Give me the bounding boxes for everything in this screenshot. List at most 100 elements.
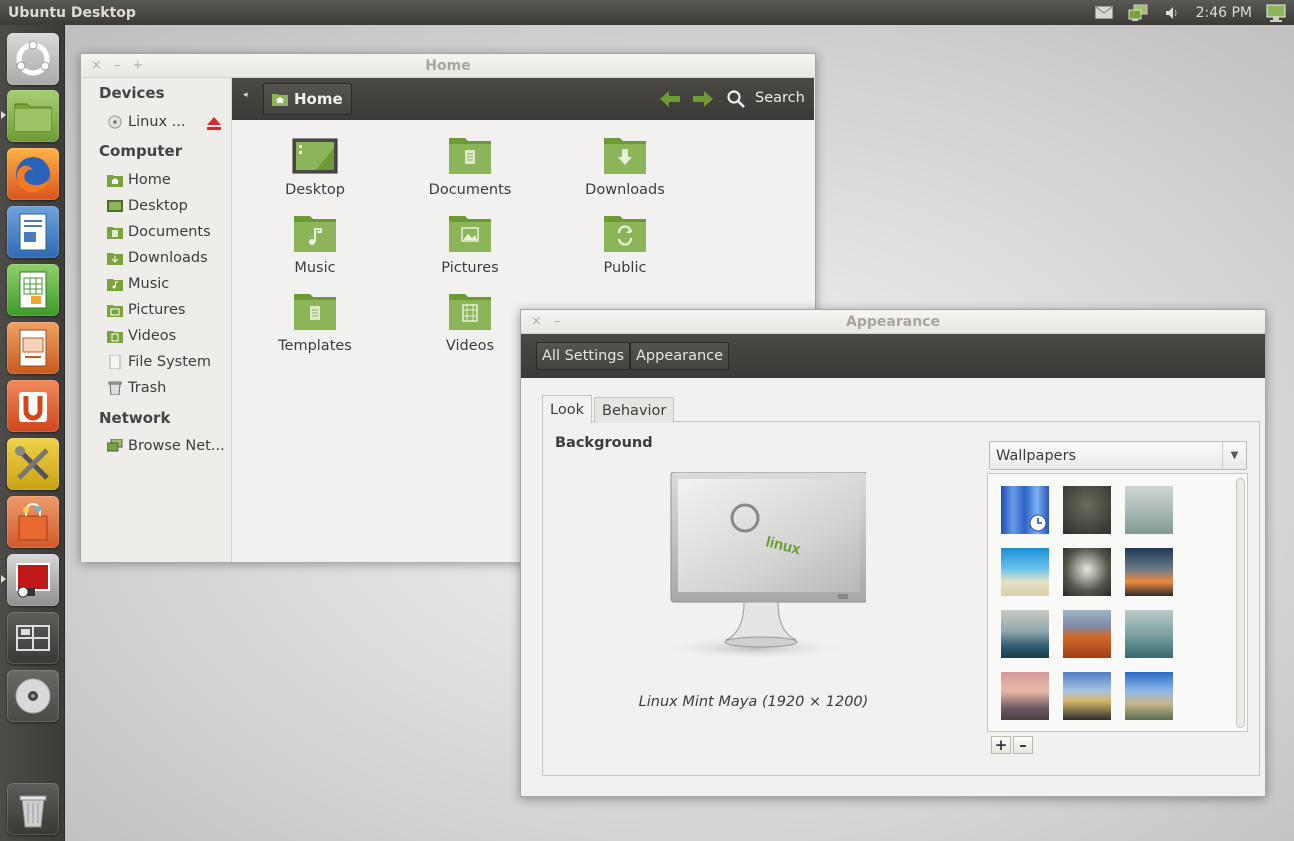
public-folder-icon (604, 216, 646, 252)
sidebar-item-downloads[interactable]: Downloads (107, 250, 208, 266)
sidebar-item-documents[interactable]: Documents (107, 224, 211, 240)
places-sidebar: Devices Linux ... Computer Home Desktop … (81, 78, 232, 562)
folder-templates[interactable]: Templates (255, 292, 375, 354)
session-icon[interactable] (1266, 4, 1286, 22)
close-button[interactable]: × (531, 314, 542, 329)
sidebar-item-home[interactable]: Home (107, 172, 171, 188)
minimize-button[interactable]: – (554, 314, 561, 329)
shopping-launcher-button[interactable] (7, 496, 59, 548)
volume-icon[interactable] (1162, 4, 1182, 22)
templates-folder-icon (294, 294, 336, 330)
file-system-icon (109, 355, 121, 369)
sidebar-item-music[interactable]: Music (107, 276, 169, 292)
tab-look[interactable]: Look (542, 395, 592, 423)
writer-launcher-button[interactable] (7, 206, 59, 258)
wallpaper-scrollbar[interactable] (1236, 478, 1245, 728)
breadcrumb-appearance[interactable]: Appearance (630, 342, 730, 370)
active-window-title: Ubuntu Desktop (8, 4, 136, 21)
sidebar-item-linux-volume[interactable]: Linux ... (107, 114, 186, 130)
folder-videos[interactable]: Videos (410, 292, 530, 354)
sidebar-item-desktop[interactable]: Desktop (107, 198, 188, 214)
file-manager-titlebar[interactable]: × – + Home (81, 54, 815, 78)
wallpaper-thumb[interactable] (1063, 548, 1111, 596)
folder-desktop[interactable]: Desktop (255, 136, 375, 198)
trash-launcher-button[interactable] (7, 783, 59, 835)
wallpaper-preview-monitor: linux (660, 472, 866, 660)
documents-folder-icon (107, 227, 123, 239)
sidebar-item-trash[interactable]: Trash (107, 380, 166, 396)
pictures-folder-icon (107, 305, 123, 317)
wallpaper-source-select[interactable]: Wallpapers ▼ (989, 441, 1247, 470)
network-icon[interactable] (1128, 4, 1148, 22)
videos-folder-icon (449, 294, 491, 330)
tab-behavior[interactable]: Behavior (594, 397, 675, 423)
sidebar-item-browse-network[interactable]: Browse Net... (107, 438, 225, 454)
ubuntu-dash-button[interactable] (7, 33, 59, 85)
impress-launcher-button[interactable] (7, 322, 59, 374)
firefox-launcher-button[interactable] (7, 148, 59, 200)
downloads-folder-icon (604, 138, 646, 174)
wallpaper-thumb[interactable] (1001, 672, 1049, 720)
wallpaper-thumb[interactable] (1001, 548, 1049, 596)
folder-downloads[interactable]: Downloads (565, 136, 685, 198)
clock-icon (1029, 514, 1047, 532)
folder-documents[interactable]: Documents (410, 136, 530, 198)
wallpaper-thumb[interactable] (1001, 610, 1049, 658)
clock[interactable]: 2:46 PM (1196, 5, 1252, 21)
wallpaper-thumb[interactable] (1125, 486, 1173, 534)
software-center-launcher-button[interactable] (7, 380, 59, 432)
image-viewer-icon (16, 563, 50, 598)
wallpaper-thumb[interactable] (1125, 610, 1173, 658)
sidebar-item-file-system[interactable]: File System (107, 354, 211, 370)
desktop-icon (292, 138, 338, 174)
system-tray: 2:46 PM (1094, 4, 1294, 22)
close-button[interactable]: × (91, 58, 102, 73)
back-arrow-icon[interactable] (660, 90, 680, 108)
image-viewer-launcher-button[interactable] (7, 554, 59, 606)
location-button-home[interactable]: Home (263, 83, 352, 115)
firefox-icon (16, 157, 50, 193)
wallpaper-thumb[interactable] (1063, 672, 1111, 720)
add-wallpaper-button[interactable]: + (991, 736, 1011, 754)
wallpaper-thumb[interactable] (1001, 486, 1049, 534)
system-settings-launcher-button[interactable] (7, 438, 59, 490)
breadcrumb-all-settings[interactable]: All Settings (536, 342, 631, 370)
look-tab-panel: Background linux Linux Mint Maya (1920 ×… (542, 421, 1260, 776)
software-center-icon (19, 392, 47, 422)
wallpaper-thumb[interactable] (1125, 548, 1173, 596)
wallpaper-caption: Linux Mint Maya (1920 × 1200) (638, 694, 869, 710)
appearance-titlebar[interactable]: × – Appearance (521, 310, 1265, 334)
writer-document-icon (19, 213, 47, 251)
calc-launcher-button[interactable] (7, 264, 59, 316)
sidebar-item-videos[interactable]: Videos (107, 328, 176, 344)
wallpaper-thumb[interactable] (1125, 672, 1173, 720)
videos-folder-icon (107, 331, 123, 343)
search-icon[interactable] (727, 90, 745, 108)
mail-icon[interactable] (1094, 4, 1114, 22)
path-scroll-left-icon[interactable]: ◂ (243, 90, 248, 100)
maximize-button[interactable]: + (132, 58, 143, 73)
folder-public[interactable]: Public (565, 214, 685, 276)
folder-music[interactable]: Music (255, 214, 375, 276)
optical-drive-launcher-button[interactable] (7, 670, 59, 722)
eject-icon[interactable] (207, 117, 221, 130)
wallpaper-thumb[interactable] (1063, 610, 1111, 658)
minimize-button[interactable]: – (114, 58, 121, 73)
forward-arrow-icon[interactable] (693, 90, 713, 108)
network-icon (107, 439, 123, 452)
network-header: Network (99, 409, 171, 427)
appearance-window: × – Appearance All Settings Appearance B… (520, 309, 1266, 797)
folder-pictures[interactable]: Pictures (410, 214, 530, 276)
tools-icon (15, 446, 49, 480)
sidebar-item-pictures[interactable]: Pictures (107, 302, 185, 318)
wallpaper-thumb[interactable] (1063, 486, 1111, 534)
computer-header: Computer (99, 142, 183, 160)
file-manager-toolbar: ◂ Home Search (232, 78, 814, 120)
search-button[interactable]: Search (755, 90, 805, 106)
files-launcher-button[interactable] (7, 90, 59, 142)
chevron-down-icon: ▼ (1222, 442, 1246, 469)
remove-wallpaper-button[interactable]: – (1013, 736, 1033, 754)
spreadsheet-icon (19, 271, 47, 309)
wallpaper-grid (987, 473, 1248, 732)
workspace-switcher-button[interactable] (7, 612, 59, 664)
